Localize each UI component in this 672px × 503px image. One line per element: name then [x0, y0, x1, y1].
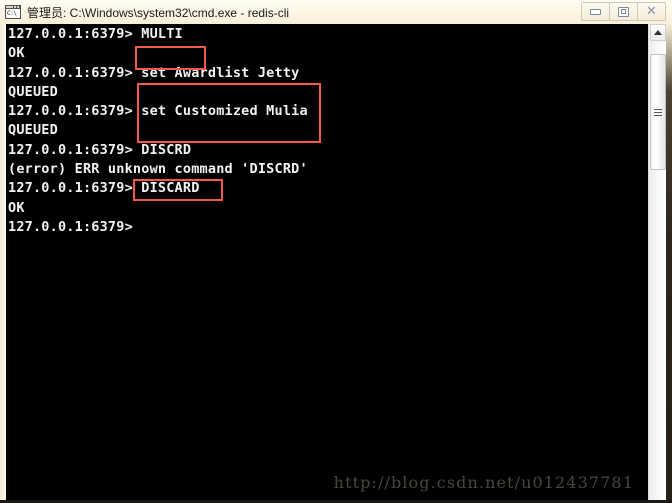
terminal-line: 127.0.0.1:6379> MULTI — [8, 26, 183, 42]
console-window: C:\ 管理员: C:\Windows\system32\cmd.exe - r… — [0, 0, 672, 503]
scrollbar-thumb[interactable] — [650, 54, 666, 170]
title-bar[interactable]: C:\ 管理员: C:\Windows\system32\cmd.exe - r… — [0, 0, 672, 24]
window-border-left — [0, 24, 6, 503]
terminal-line: 127.0.0.1:6379> DISCARD — [8, 180, 200, 197]
window-title: 管理员: C:\Windows\system32\cmd.exe - redis… — [27, 5, 290, 20]
window-controls: ✕ — [581, 2, 666, 21]
window-border-right — [666, 24, 672, 503]
close-button[interactable]: ✕ — [637, 2, 666, 21]
maximize-icon — [618, 6, 629, 17]
scroll-up-arrow-icon — [654, 30, 662, 35]
terminal-line: 127.0.0.1:6379> — [8, 218, 133, 235]
scrollbar-grip-icon — [654, 108, 662, 116]
minimize-icon — [590, 8, 601, 15]
console-area: 127.0.0.1:6379> MULTI OK 127.0.0.1:6379>… — [6, 24, 666, 500]
terminal-line: OK — [8, 45, 25, 62]
terminal-line: 127.0.0.1:6379> DISCRD — [8, 141, 192, 158]
terminal-line: (error) ERR unknown command 'DISCRD' — [8, 161, 308, 178]
terminal-line: 127.0.0.1:6379> set Awardlist Jetty — [8, 64, 300, 81]
terminal-line: 127.0.0.1:6379> set Customized Mulia — [8, 103, 308, 120]
maximize-button[interactable] — [609, 2, 638, 21]
terminal-line: QUEUED — [8, 83, 58, 100]
terminal-line: OK — [8, 199, 25, 216]
cmd-console-icon: C:\ — [5, 5, 21, 19]
watermark-text: http://blog.csdn.net/u012437781 — [333, 473, 634, 492]
close-icon: ✕ — [646, 4, 657, 19]
cmd-icon-label: C:\ — [7, 10, 17, 17]
vertical-scrollbar[interactable] — [648, 24, 666, 500]
terminal-line: QUEUED — [8, 122, 58, 139]
scroll-up-arrow-button[interactable] — [650, 24, 666, 41]
terminal-lines: 127.0.0.1:6379> MULTI OK 127.0.0.1:6379>… — [8, 25, 648, 500]
terminal-output[interactable]: 127.0.0.1:6379> MULTI OK 127.0.0.1:6379>… — [6, 24, 648, 500]
minimize-button[interactable] — [581, 2, 610, 21]
